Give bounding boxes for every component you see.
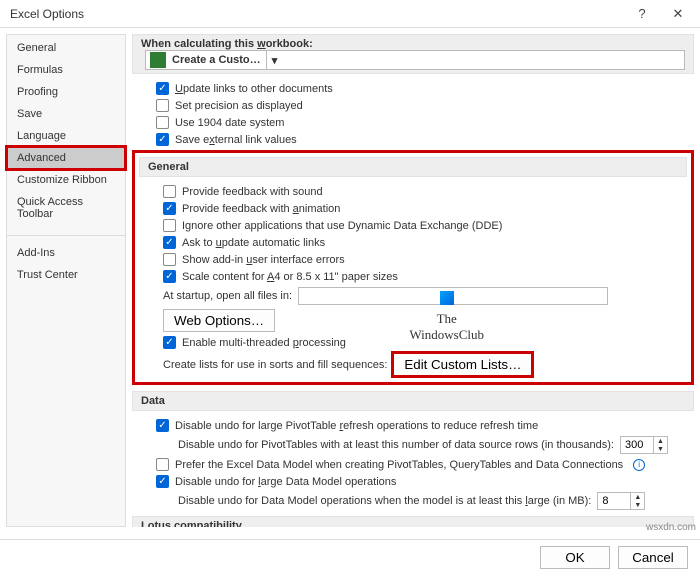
sidebar-item-proofing[interactable]: Proofing <box>7 81 125 103</box>
sidebar: General Formulas Proofing Save Language … <box>6 34 126 527</box>
dm-size-spinner[interactable]: ▲▼ <box>597 492 645 510</box>
content-pane: When calculating this workbook: Create a… <box>132 34 694 527</box>
chk-ask-update[interactable] <box>163 236 176 249</box>
chk-multithread[interactable] <box>163 336 176 349</box>
chk-undo-pivot[interactable] <box>156 419 169 432</box>
spin-up[interactable]: ▲ <box>631 493 644 501</box>
window-title: Excel Options <box>10 7 624 21</box>
chk-addin-err[interactable] <box>163 253 176 266</box>
lbl-ask-update: Ask to update automatic links <box>182 237 325 249</box>
lbl-undo-rows: Disable undo for PivotTables with at lea… <box>178 439 614 451</box>
chk-prefer-model[interactable] <box>156 458 169 471</box>
chk-save-ext[interactable] <box>156 133 169 146</box>
data-header: Data <box>132 391 694 411</box>
sidebar-item-addins[interactable]: Add-Ins <box>7 242 125 264</box>
lbl-prefer-model: Prefer the Excel Data Model when creatin… <box>175 459 623 471</box>
workbook-combo[interactable]: Create a Custom Li… ▾ <box>145 50 685 70</box>
excel-icon <box>150 52 166 68</box>
lbl-anim: Provide feedback with animation <box>182 203 340 215</box>
help-button[interactable]: ? <box>624 0 660 28</box>
sidebar-item-customize-ribbon[interactable]: Customize Ribbon <box>7 169 125 191</box>
chk-1904[interactable] <box>156 116 169 129</box>
lbl-custom-lists: Create lists for use in sorts and fill s… <box>163 359 387 371</box>
web-options-button[interactable]: Web Options… <box>163 309 275 332</box>
ok-button[interactable]: OK <box>540 546 610 569</box>
lbl-addin-err: Show add-in user interface errors <box>182 254 345 266</box>
lbl-set-precision: Set precision as displayed <box>175 100 303 112</box>
lotus-header: Lotus compatibility <box>132 516 694 527</box>
sidebar-item-general[interactable]: General <box>7 37 125 59</box>
info-icon[interactable]: i <box>633 459 645 471</box>
general-section-highlight: General Provide feedback with sound Prov… <box>132 150 694 385</box>
lbl-sound: Provide feedback with sound <box>182 186 323 198</box>
edit-custom-lists-button[interactable]: Edit Custom Lists… <box>393 353 532 376</box>
calc-header: When calculating this workbook: Create a… <box>132 34 694 74</box>
chk-update-links[interactable] <box>156 82 169 95</box>
sidebar-item-trust-center[interactable]: Trust Center <box>7 264 125 286</box>
close-button[interactable]: ✕ <box>660 0 696 28</box>
lbl-scale: Scale content for A4 or 8.5 x 11" paper … <box>182 271 398 283</box>
spin-down[interactable]: ▼ <box>654 445 667 453</box>
sidebar-item-quick-access[interactable]: Quick Access Toolbar <box>7 191 125 225</box>
chk-dde[interactable] <box>163 219 176 232</box>
lbl-undo-pivot: Disable undo for large PivotTable refres… <box>175 420 538 432</box>
startup-path-input[interactable] <box>298 287 608 305</box>
chevron-down-icon[interactable]: ▾ <box>266 51 282 69</box>
spin-up[interactable]: ▲ <box>654 437 667 445</box>
lbl-1904: Use 1904 date system <box>175 117 284 129</box>
spin-down[interactable]: ▼ <box>631 501 644 509</box>
cancel-button[interactable]: Cancel <box>618 546 688 569</box>
lbl-update-links: Update links to other documents <box>175 83 333 95</box>
chk-anim[interactable] <box>163 202 176 215</box>
chk-sound[interactable] <box>163 185 176 198</box>
chk-scale[interactable] <box>163 270 176 283</box>
lbl-undo-dm: Disable undo for large Data Model operat… <box>175 476 396 488</box>
dialog-footer: OK Cancel <box>0 539 700 575</box>
lbl-dde: Ignore other applications that use Dynam… <box>182 220 502 232</box>
sidebar-item-advanced[interactable]: Advanced <box>7 147 125 169</box>
lbl-multithread: Enable multi-threaded processing <box>182 337 346 349</box>
lbl-save-ext: Save external link values <box>175 134 297 146</box>
titlebar: Excel Options ? ✕ <box>0 0 700 28</box>
lbl-dm-size: Disable undo for Data Model operations w… <box>178 495 591 507</box>
dm-size-value[interactable] <box>598 493 630 509</box>
sidebar-item-formulas[interactable]: Formulas <box>7 59 125 81</box>
chk-set-precision[interactable] <box>156 99 169 112</box>
sidebar-item-save[interactable]: Save <box>7 103 125 125</box>
sidebar-item-language[interactable]: Language <box>7 125 125 147</box>
chk-undo-dm[interactable] <box>156 475 169 488</box>
lbl-startup: At startup, open all files in: <box>163 290 292 302</box>
pivot-rows-value[interactable] <box>621 437 653 453</box>
general-header: General <box>139 157 687 177</box>
pivot-rows-spinner[interactable]: ▲▼ <box>620 436 668 454</box>
